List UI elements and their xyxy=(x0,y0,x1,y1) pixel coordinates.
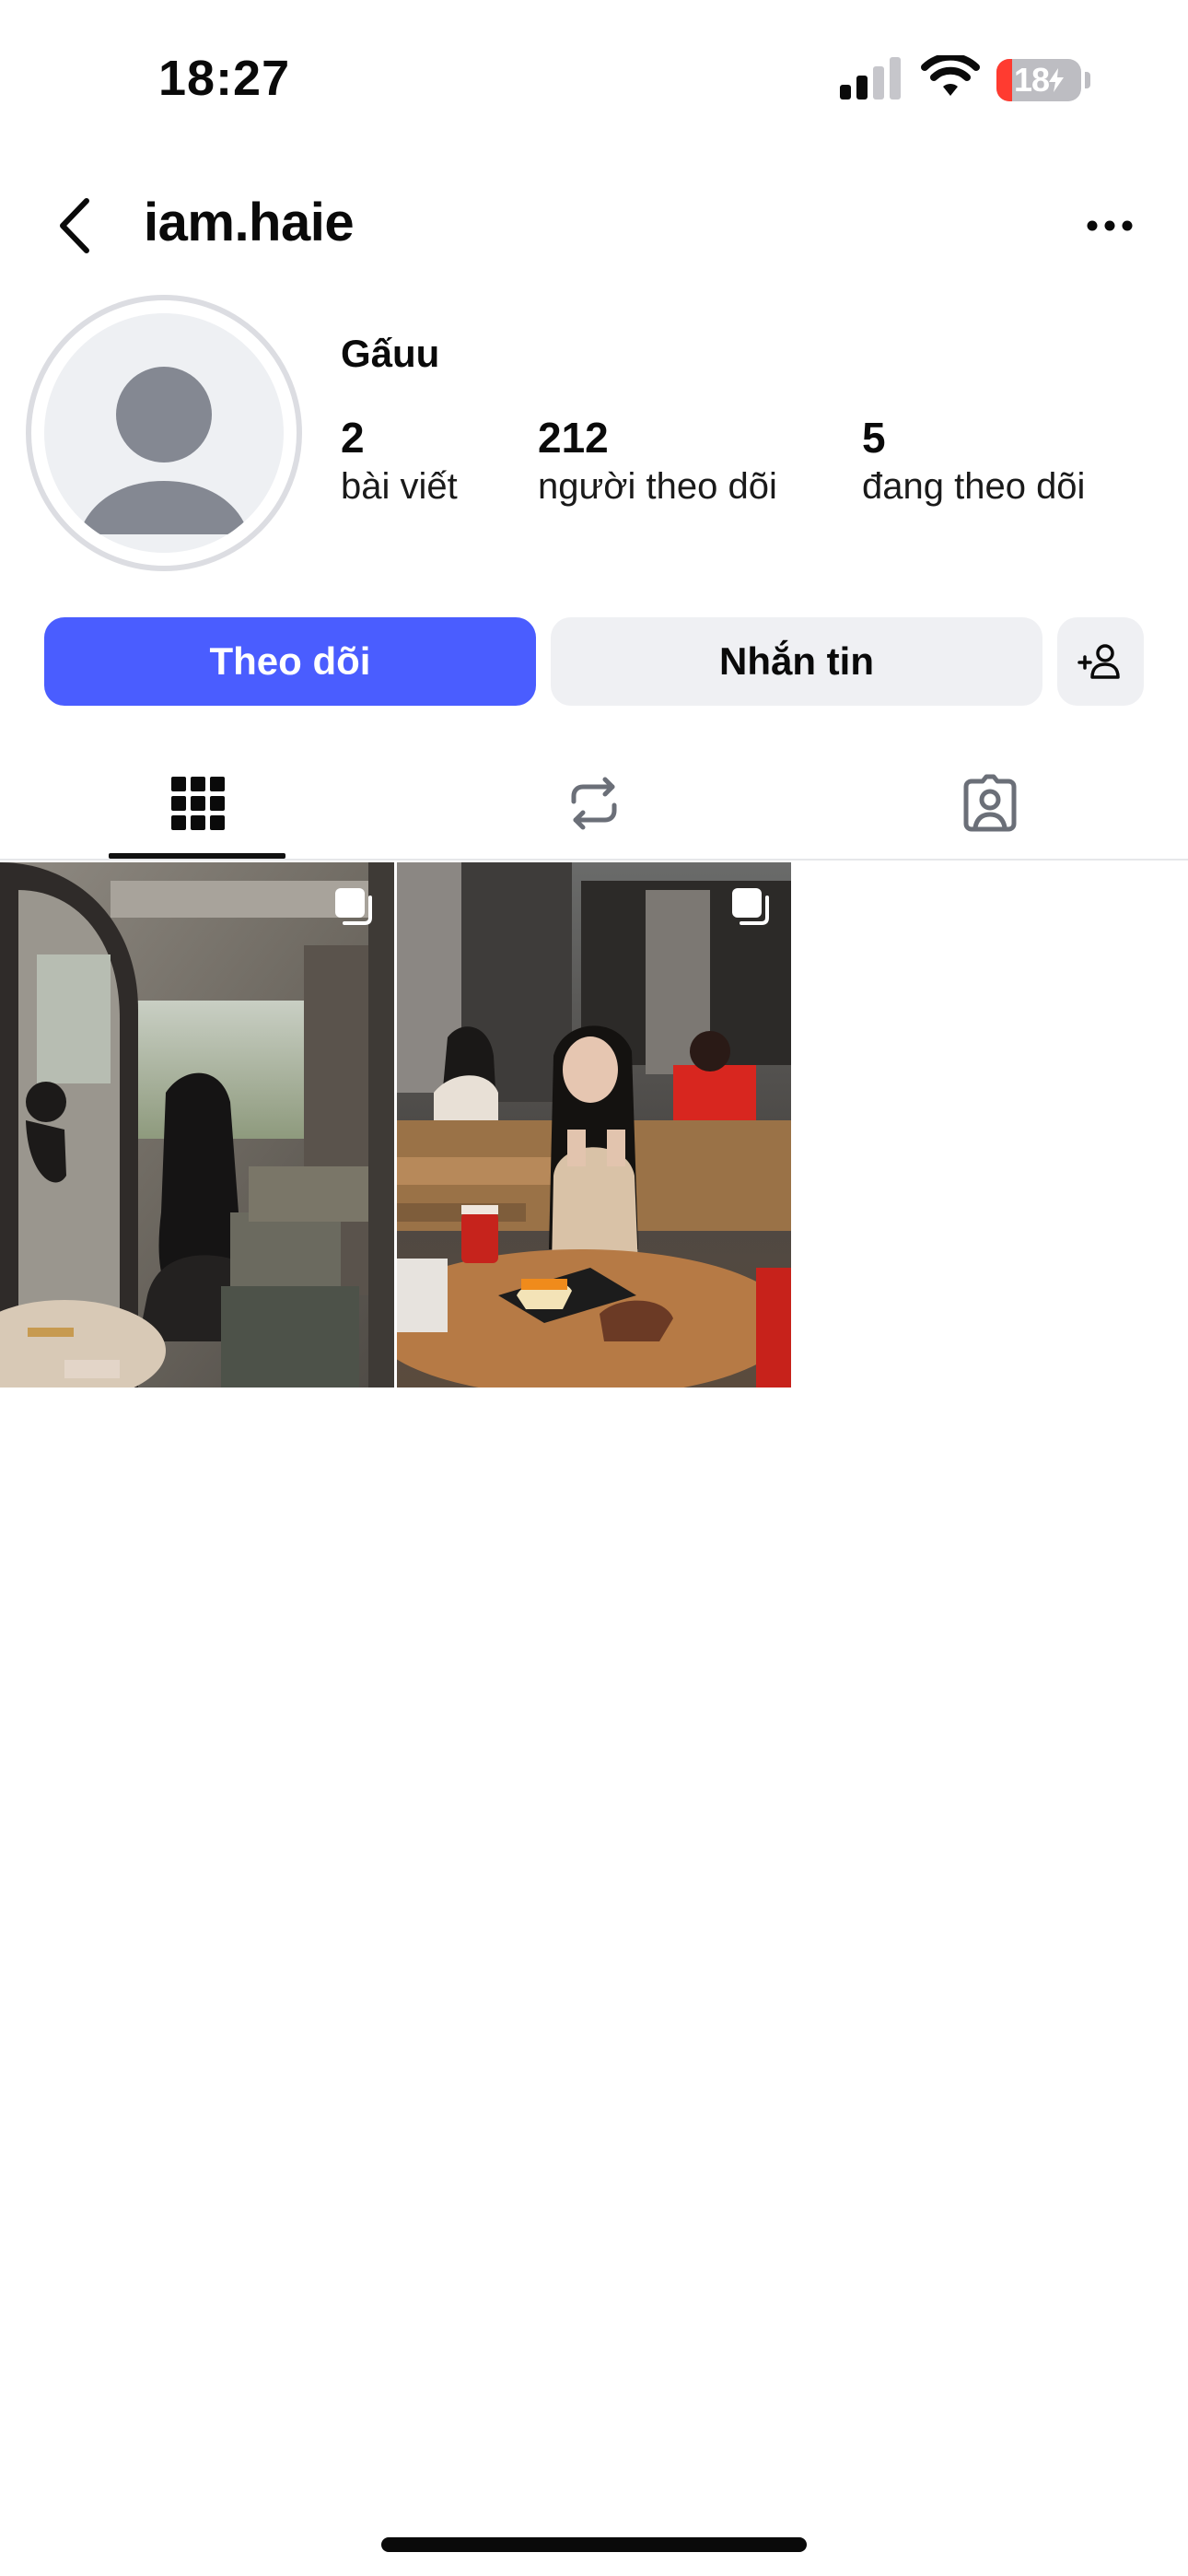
tab-tagged[interactable] xyxy=(792,748,1188,859)
follow-button[interactable]: Theo dõi xyxy=(44,617,536,706)
stat-posts: 2 bài viết xyxy=(341,413,458,510)
stat-label: người theo dõi xyxy=(538,466,777,507)
stat-value: 212 xyxy=(538,414,609,462)
avatar[interactable] xyxy=(26,295,302,571)
profile-tabs xyxy=(0,748,1188,861)
repost-icon xyxy=(571,777,617,830)
stat-value: 5 xyxy=(862,414,886,462)
display-name: Gấuu xyxy=(341,332,440,375)
post-thumbnail[interactable] xyxy=(397,862,791,1388)
multiple-photos-icon xyxy=(335,888,372,925)
post-thumbnail[interactable] xyxy=(0,862,394,1388)
wifi-icon xyxy=(921,55,980,96)
cellular-signal-icon xyxy=(840,57,901,100)
default-avatar-icon xyxy=(44,313,284,553)
stat-label: bài viết xyxy=(341,466,458,507)
tab-reposts[interactable] xyxy=(396,748,792,859)
stat-value: 2 xyxy=(341,414,365,462)
grid-icon xyxy=(171,777,225,830)
add-person-icon xyxy=(1077,644,1120,679)
battery-cap xyxy=(1085,72,1090,88)
battery-icon: 18 xyxy=(996,59,1081,101)
battery-level: 18 xyxy=(1013,61,1050,99)
suggest-accounts-button[interactable] xyxy=(1057,617,1144,706)
profile-screen: 18:27 18 iam.haie Gấuu 2 bài viết 212 ng… xyxy=(0,0,1188,2576)
profile-header: iam.haie xyxy=(0,175,1188,276)
post-photo-cafe-mirror xyxy=(0,862,394,1388)
active-tab-indicator xyxy=(109,853,285,859)
profile-username: iam.haie xyxy=(144,193,355,252)
stat-following[interactable]: 5 đang theo dõi xyxy=(862,413,1085,510)
back-button[interactable] xyxy=(46,192,111,260)
multiple-photos-icon xyxy=(732,888,769,925)
status-time: 18:27 xyxy=(158,51,291,106)
tab-posts[interactable] xyxy=(0,748,396,859)
stat-label: đang theo dõi xyxy=(862,466,1086,507)
status-bar: 18:27 18 xyxy=(0,0,1188,157)
tagged-person-icon xyxy=(963,774,1017,832)
charging-bolt-icon xyxy=(1049,68,1065,92)
post-photo-cafe-girl xyxy=(397,862,791,1388)
home-indicator[interactable] xyxy=(381,2537,807,2552)
stat-followers[interactable]: 212 người theo dõi xyxy=(538,413,777,510)
message-button[interactable]: Nhắn tin xyxy=(551,617,1042,706)
more-options-button[interactable] xyxy=(1077,203,1142,249)
